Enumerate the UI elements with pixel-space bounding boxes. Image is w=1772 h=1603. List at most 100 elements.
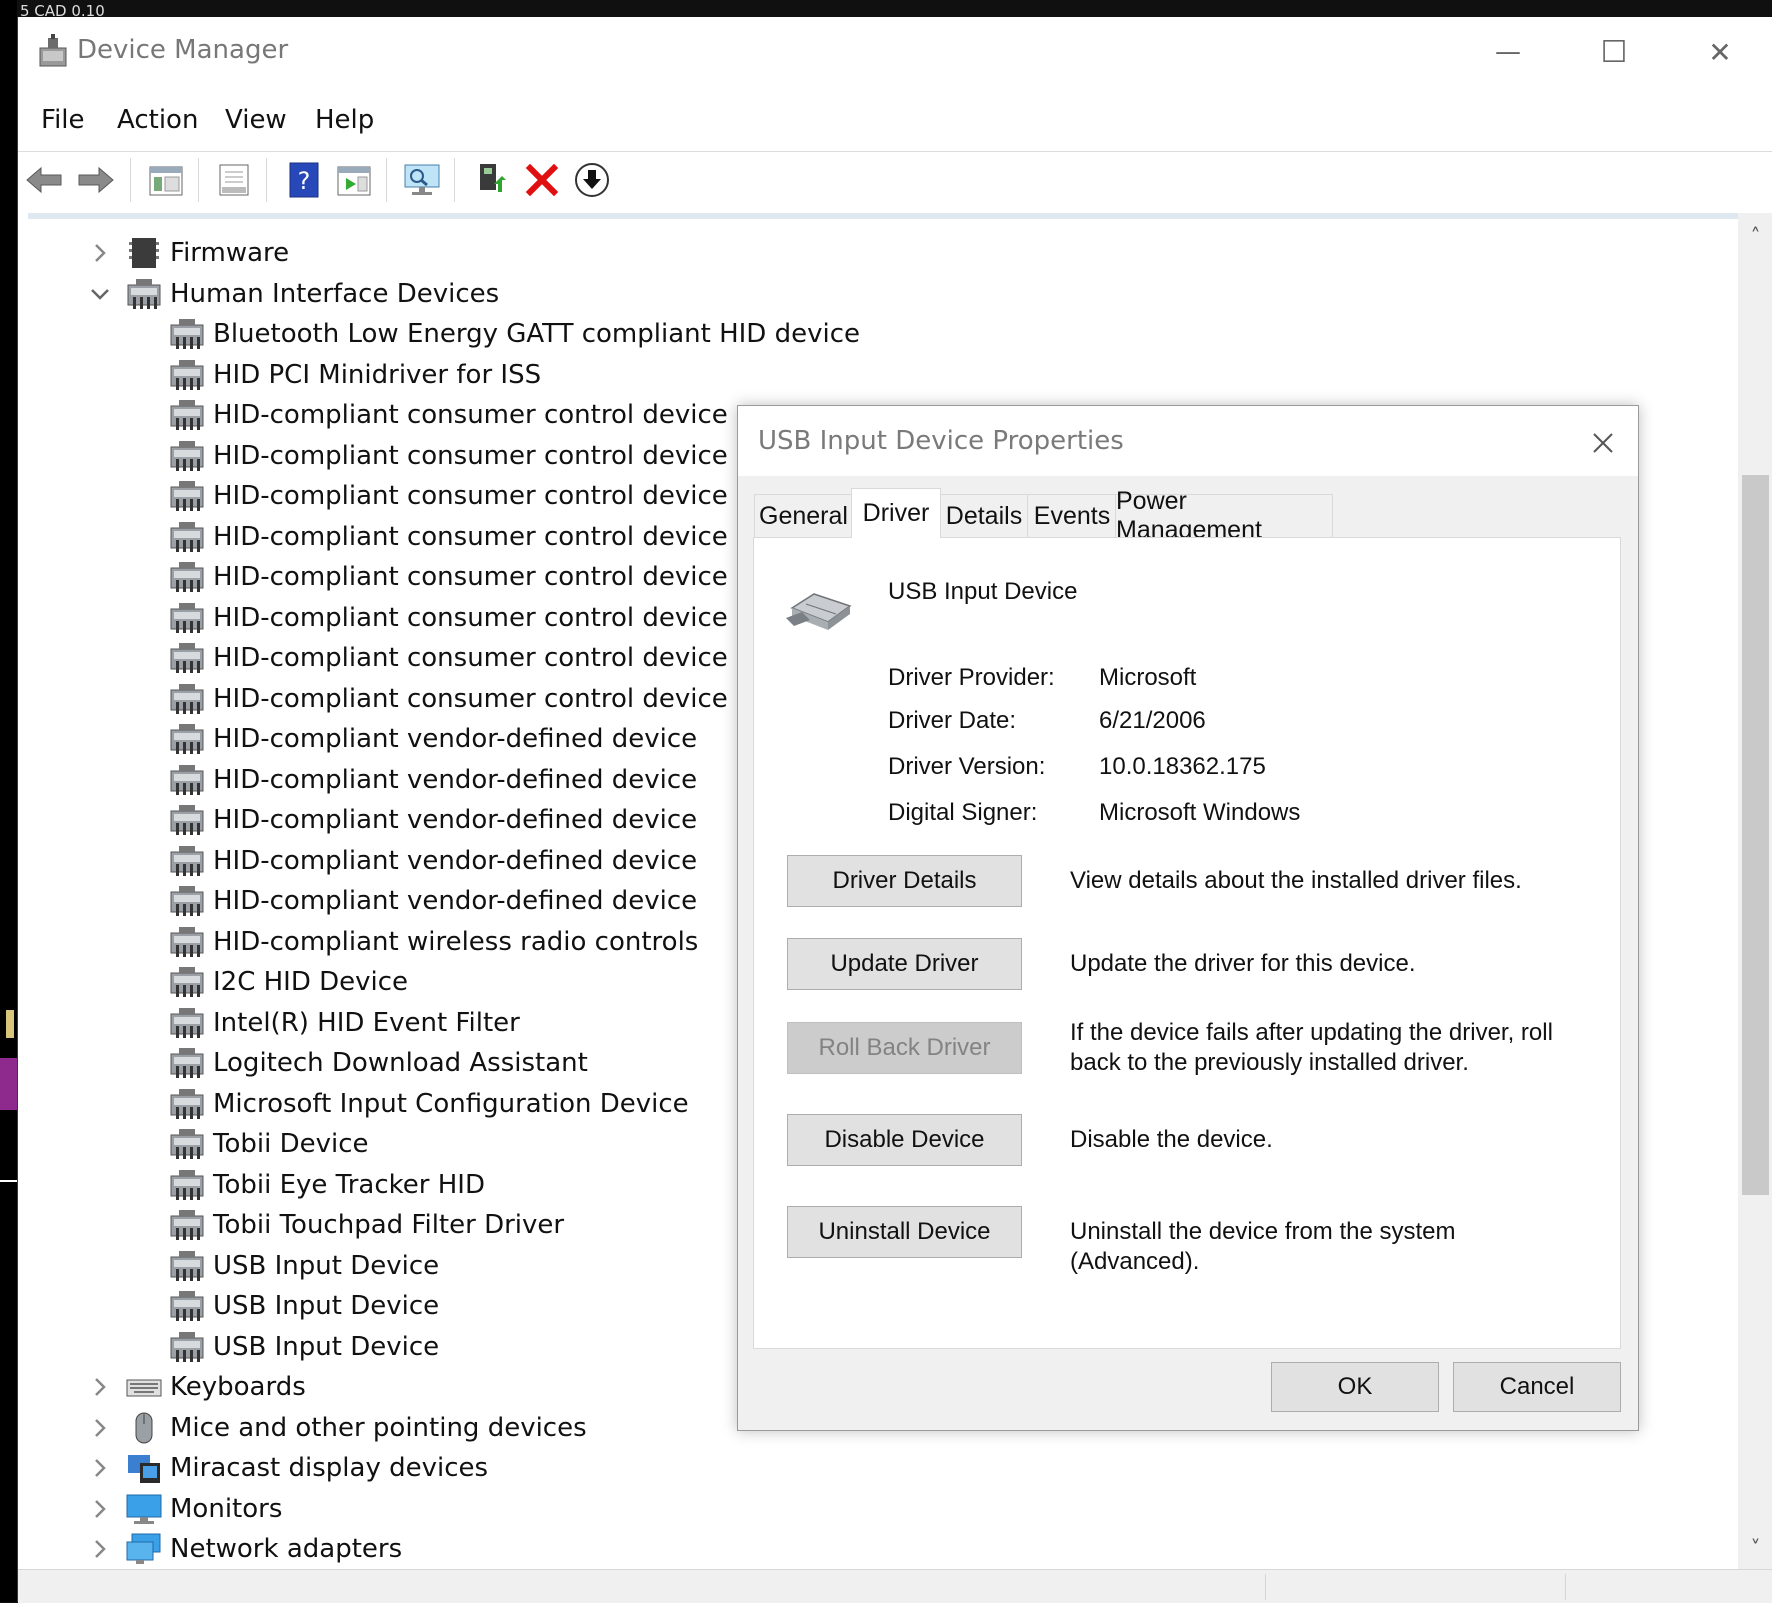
tree-item-label: Intel(R) HID Event Filter (213, 1007, 520, 1038)
tree-category[interactable]: Network adapters (126, 1529, 402, 1569)
tree-item-device[interactable]: Logitech Download Assistant (169, 1043, 588, 1083)
show-hidden-button[interactable] (334, 160, 374, 200)
tree-item-device[interactable]: Intel(R) HID Event Filter (169, 1003, 520, 1043)
cancel-button[interactable]: Cancel (1453, 1362, 1621, 1412)
scrollbar-thumb[interactable] (1742, 475, 1769, 1195)
close-button[interactable]: ✕ (1667, 17, 1772, 87)
device-properties-button[interactable] (214, 160, 254, 200)
tree-item-device[interactable]: Tobii Touchpad Filter Driver (169, 1205, 564, 1245)
tab-power-management[interactable]: Power Management (1115, 487, 1333, 544)
help-button[interactable]: ? (284, 160, 324, 200)
menu-view[interactable]: View (225, 105, 287, 135)
tree-item-label: USB Input Device (213, 1331, 440, 1362)
scroll-down-button[interactable]: ˅ (1738, 1531, 1772, 1565)
tree-item-device[interactable]: HID-compliant vendor-defined device (169, 881, 697, 921)
tree-item-device[interactable]: Bluetooth Low Energy GATT compliant HID … (169, 314, 860, 354)
tree-category[interactable]: Monitors (126, 1489, 282, 1529)
device-name: USB Input Device (888, 578, 1078, 605)
enable-device-button[interactable] (572, 160, 612, 200)
tree-item-device[interactable]: HID-compliant consumer control device (169, 598, 728, 638)
tree-category-firmware[interactable]: Firmware (126, 233, 289, 273)
chevron-right-icon[interactable] (88, 241, 112, 265)
tree-item-device[interactable]: USB Input Device (169, 1327, 439, 1367)
chevron-right-icon[interactable] (88, 1416, 112, 1440)
update-driver-button[interactable]: Update Driver (787, 938, 1022, 990)
tree-item-device[interactable]: HID-compliant consumer control device (169, 679, 728, 719)
tree-item-device[interactable]: HID-compliant vendor-defined device (169, 719, 697, 759)
back-button[interactable] (24, 160, 64, 200)
driver-details-description: View details about the installed driver … (1070, 867, 1522, 894)
tree-item-device[interactable]: HID-compliant consumer control device (169, 436, 728, 476)
properties-pane-button[interactable] (146, 160, 186, 200)
tree-item-label: USB Input Device (213, 1291, 440, 1321)
vertical-scrollbar[interactable]: ˄ ˅ (1738, 213, 1772, 1569)
tree-item-device[interactable]: Tobii Device (169, 1124, 369, 1164)
tree-item-device[interactable]: HID-compliant vendor-defined device (169, 841, 697, 881)
monitor-icon (126, 1494, 162, 1524)
scan-hardware-button[interactable] (402, 160, 442, 200)
tree-item-label: HID-compliant consumer control device (213, 521, 728, 552)
tree-item-device[interactable]: Microsoft Input Configuration Device (169, 1084, 689, 1124)
toolbar-separator (198, 158, 199, 202)
keyboard-icon (126, 1379, 162, 1397)
uninstall-button[interactable] (522, 160, 562, 200)
chevron-right-icon[interactable] (88, 1537, 112, 1561)
chevron-right-icon[interactable] (88, 1456, 112, 1480)
disable-device-button[interactable]: Disable Device (787, 1114, 1022, 1166)
toolbar-separator (454, 158, 455, 202)
usb-input-device-icon (786, 593, 852, 630)
chevron-down-icon[interactable] (88, 282, 112, 306)
tab-general[interactable]: General (754, 494, 853, 537)
uninstall-device-button[interactable]: Uninstall Device (787, 1206, 1022, 1258)
tree-category-human-interface-devices[interactable]: Human Interface Devices (126, 274, 499, 314)
tree-item-label: Tobii Eye Tracker HID (213, 1169, 485, 1200)
menu-help[interactable]: Help (315, 105, 374, 135)
maximize-button[interactable]: ☐ (1561, 17, 1667, 87)
tree-item-device[interactable]: HID-compliant vendor-defined device (169, 800, 697, 840)
tree-item-device[interactable]: HID-compliant consumer control device (169, 395, 728, 435)
tree-item-label: HID-compliant vendor-defined device (213, 845, 698, 876)
tree-item-device[interactable]: HID-compliant consumer control device (169, 557, 728, 597)
tree-item-device[interactable]: Tobii Eye Tracker HID (169, 1165, 485, 1205)
minimize-button[interactable]: — (1455, 17, 1561, 87)
hid-icon (170, 1088, 204, 1119)
tree-item-label: I2C HID Device (213, 967, 409, 997)
tree-category[interactable]: Mice and other pointing devices (126, 1408, 587, 1448)
tab-driver[interactable]: Driver (851, 488, 941, 538)
tab-events[interactable]: Events (1027, 494, 1117, 537)
title-bar[interactable]: Device Manager — ☐ ✕ (18, 17, 1772, 87)
update-driver-button[interactable] (472, 160, 512, 200)
forward-button[interactable] (76, 160, 116, 200)
tree-category[interactable]: Miracast display devices (126, 1448, 488, 1488)
chevron-right-icon[interactable] (88, 1497, 112, 1521)
ok-button[interactable]: OK (1271, 1362, 1439, 1412)
tree-item-device[interactable]: USB Input Device (169, 1286, 439, 1326)
hid-icon (170, 1291, 204, 1321)
tree-item-device[interactable]: HID PCI Minidriver for ISS (169, 355, 541, 395)
hid-icon (170, 764, 204, 795)
tree-item-device[interactable]: HID-compliant wireless radio controls (169, 922, 698, 962)
tree-item-device[interactable]: HID-compliant consumer control device (169, 517, 728, 557)
tree-item-label: Logitech Download Assistant (213, 1048, 588, 1078)
tree-item-device[interactable]: HID-compliant consumer control device (169, 476, 728, 516)
tree-item-device[interactable]: I2C HID Device (169, 962, 408, 1002)
scroll-up-button[interactable]: ˄ (1738, 219, 1772, 253)
firmware-icon (129, 238, 159, 268)
dialog-close-button[interactable] (1578, 418, 1628, 468)
tab-details[interactable]: Details (939, 494, 1029, 537)
driver-details-button[interactable]: Driver Details (787, 855, 1022, 907)
chevron-right-icon[interactable] (88, 1375, 112, 1399)
roll-back-driver-button: Roll Back Driver (787, 1022, 1022, 1074)
hid-icon (170, 967, 204, 997)
miracast-icon (128, 1455, 160, 1483)
toolbar-separator (130, 158, 131, 202)
menu-action[interactable]: Action (117, 105, 198, 135)
tree-category[interactable]: Keyboards (126, 1367, 306, 1407)
tree-item-device[interactable]: USB Input Device (169, 1246, 439, 1286)
hid-icon (170, 440, 204, 471)
menu-file[interactable]: File (41, 105, 85, 135)
tree-item-device[interactable]: HID-compliant consumer control device (169, 638, 728, 678)
chevron-up-icon: ˄ (1750, 224, 1761, 248)
tree-item-device[interactable]: HID-compliant vendor-defined device (169, 760, 697, 800)
properties-dialog: USB Input Device Properties General Driv… (737, 405, 1639, 1431)
